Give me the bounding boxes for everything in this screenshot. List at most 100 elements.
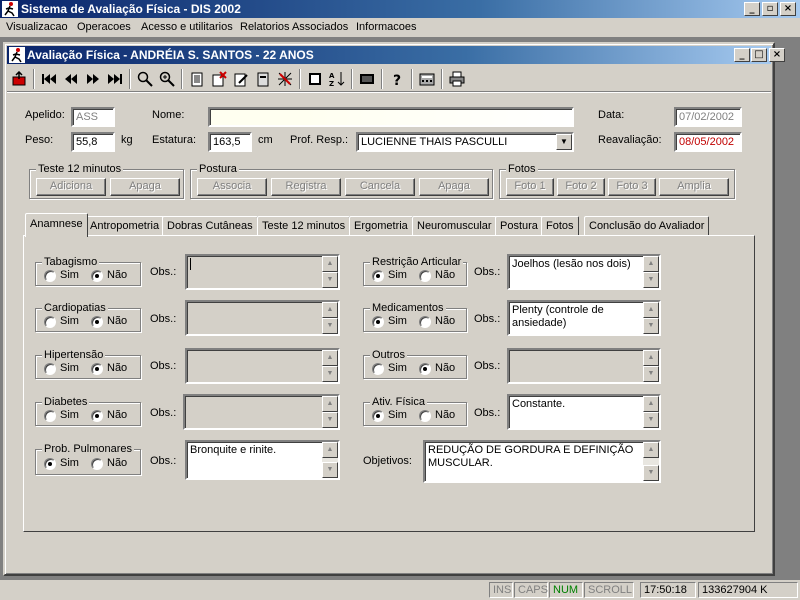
scroll-up-icon[interactable]: ▲ xyxy=(643,396,659,412)
postura-apaga-button[interactable]: Apaga xyxy=(419,178,489,196)
scrollbar[interactable]: ▲ ▼ xyxy=(643,302,659,334)
teste-apaga-button[interactable]: Apaga xyxy=(110,178,180,196)
help-icon[interactable]: ? xyxy=(387,69,407,89)
cancela-button[interactable]: Cancela xyxy=(345,178,415,196)
last-record-icon[interactable] xyxy=(105,69,125,89)
outros-nao-radio[interactable] xyxy=(419,363,431,375)
scroll-down-icon[interactable]: ▼ xyxy=(643,465,659,481)
data-field[interactable]: 07/02/2002 xyxy=(674,107,742,127)
tab-conclusao[interactable]: Conclusão do Avaliador xyxy=(584,216,710,236)
outros-obs-memo[interactable]: ▲ ▼ xyxy=(507,348,661,384)
restricao-nao-radio[interactable] xyxy=(419,270,431,282)
peso-field[interactable]: 55,8 xyxy=(71,132,115,152)
scrollbar[interactable]: ▲ ▼ xyxy=(643,396,659,428)
scroll-up-icon[interactable]: ▲ xyxy=(643,350,659,366)
tab-antropometria[interactable]: Antropometria xyxy=(85,216,165,236)
tab-ergometria[interactable]: Ergometria xyxy=(349,216,413,236)
cardiopatias-nao-radio[interactable] xyxy=(91,316,103,328)
child-maximize-button[interactable]: □ xyxy=(751,48,767,62)
medicamentos-obs-memo[interactable]: Plenty (controle de ansiedade) ▲ ▼ xyxy=(507,300,661,336)
search-icon[interactable] xyxy=(135,69,155,89)
diabetes-nao-radio[interactable] xyxy=(91,410,103,422)
restricao-sim-radio[interactable] xyxy=(372,270,384,282)
foto-3-button[interactable]: Foto 3 xyxy=(608,178,656,196)
foto-1-button[interactable]: Foto 1 xyxy=(506,178,554,196)
apelido-field[interactable]: ASS xyxy=(71,107,115,127)
scrollbar[interactable]: ▲ ▼ xyxy=(322,256,338,288)
prior-record-icon[interactable] xyxy=(61,69,81,89)
scroll-down-icon[interactable]: ▼ xyxy=(643,366,659,382)
scroll-up-icon[interactable]: ▲ xyxy=(643,256,659,272)
scroll-up-icon[interactable]: ▲ xyxy=(322,256,338,272)
prof-resp-combo[interactable]: LUCIENNE THAIS PASCULLI ▼ xyxy=(356,132,574,152)
scroll-down-icon[interactable]: ▼ xyxy=(322,272,338,288)
scrollbar[interactable]: ▲ ▼ xyxy=(643,256,659,288)
amplia-button[interactable]: Amplia xyxy=(659,178,729,196)
scroll-up-icon[interactable]: ▲ xyxy=(322,302,338,318)
scroll-down-icon[interactable]: ▼ xyxy=(643,318,659,334)
foto-2-button[interactable]: Foto 2 xyxy=(557,178,605,196)
menu-informacoes[interactable]: Informacoes xyxy=(356,21,417,33)
post-record-icon[interactable] xyxy=(253,69,273,89)
next-record-icon[interactable] xyxy=(83,69,103,89)
scrollbar[interactable]: ▲ ▼ xyxy=(643,442,659,481)
medicamentos-nao-radio[interactable] xyxy=(419,316,431,328)
exit-icon[interactable] xyxy=(9,69,29,89)
refresh-icon[interactable] xyxy=(275,69,295,89)
app-close-button[interactable]: × xyxy=(780,2,796,16)
scrollbar[interactable]: ▲ ▼ xyxy=(322,442,338,478)
menu-visualizacao[interactable]: Visualizacao xyxy=(6,21,68,33)
cardiopatias-obs-memo[interactable]: ▲ ▼ xyxy=(185,300,340,336)
scroll-down-icon[interactable]: ▼ xyxy=(643,272,659,288)
tab-dobras-cutaneas[interactable]: Dobras Cutâneas xyxy=(162,216,258,236)
tab-postura[interactable]: Postura xyxy=(495,216,543,236)
scrollbar[interactable]: ▲ ▼ xyxy=(322,302,338,334)
ativ-fisica-sim-radio[interactable] xyxy=(372,410,384,422)
first-record-icon[interactable] xyxy=(39,69,59,89)
ativ-fisica-obs-memo[interactable]: Constante. ▲ ▼ xyxy=(507,394,661,430)
tab-anamnese[interactable]: Anamnese xyxy=(25,213,88,237)
tabagismo-obs-memo[interactable]: ▲ ▼ xyxy=(185,254,340,290)
objetivos-memo[interactable]: REDUÇÃO DE GORDURA E DEFINIÇÃO MUSCULAR.… xyxy=(423,440,661,483)
scrollbar[interactable]: ▲ ▼ xyxy=(322,350,338,382)
child-minimize-button[interactable]: _ xyxy=(734,48,750,62)
calculator-icon[interactable] xyxy=(417,69,437,89)
outros-sim-radio[interactable] xyxy=(372,363,384,375)
chevron-down-icon[interactable]: ▼ xyxy=(556,134,572,150)
scrollbar[interactable]: ▲ ▼ xyxy=(643,350,659,382)
menu-acesso-utilitarios[interactable]: Acesso e utilitarios xyxy=(141,21,233,33)
prob-pulmonares-obs-memo[interactable]: Bronquite e rinite. ▲ ▼ xyxy=(185,440,340,480)
scroll-down-icon[interactable]: ▼ xyxy=(322,462,338,478)
child-close-button[interactable]: × xyxy=(769,48,785,62)
scroll-up-icon[interactable]: ▲ xyxy=(643,442,659,458)
print-icon[interactable] xyxy=(447,69,467,89)
scroll-up-icon[interactable]: ▲ xyxy=(322,442,338,458)
associa-button[interactable]: Associa xyxy=(197,178,267,196)
menu-relatorios[interactable]: Relatorios Associados xyxy=(240,21,348,33)
hipertensao-nao-radio[interactable] xyxy=(91,363,103,375)
film-icon[interactable] xyxy=(357,69,377,89)
diabetes-obs-memo[interactable]: ▲ ▼ xyxy=(183,394,340,430)
registra-button[interactable]: Registra xyxy=(271,178,341,196)
tabagismo-nao-radio[interactable] xyxy=(91,270,103,282)
adiciona-button[interactable]: Adiciona xyxy=(36,178,106,196)
tabagismo-sim-radio[interactable] xyxy=(44,270,56,282)
nome-field[interactable] xyxy=(208,107,574,127)
menu-operacoes[interactable]: Operacoes xyxy=(77,21,131,33)
scroll-down-icon[interactable]: ▼ xyxy=(643,412,659,428)
diabetes-sim-radio[interactable] xyxy=(44,410,56,422)
tab-neuromuscular[interactable]: Neuromuscular xyxy=(412,216,497,236)
prob-pulmonares-sim-radio[interactable] xyxy=(44,458,56,470)
scroll-down-icon[interactable]: ▼ xyxy=(322,318,338,334)
zoom-icon[interactable] xyxy=(157,69,177,89)
prob-pulmonares-nao-radio[interactable] xyxy=(91,458,103,470)
tab-fotos[interactable]: Fotos xyxy=(541,216,579,236)
scrollbar[interactable]: ▲ ▼ xyxy=(322,396,338,428)
app-minimize-button[interactable]: _ xyxy=(744,2,760,16)
sort-az-icon[interactable]: AZ xyxy=(327,69,347,89)
estatura-field[interactable]: 163,5 xyxy=(208,132,252,152)
cardiopatias-sim-radio[interactable] xyxy=(44,316,56,328)
scroll-up-icon[interactable]: ▲ xyxy=(643,302,659,318)
delete-record-icon[interactable] xyxy=(209,69,229,89)
medicamentos-sim-radio[interactable] xyxy=(372,316,384,328)
